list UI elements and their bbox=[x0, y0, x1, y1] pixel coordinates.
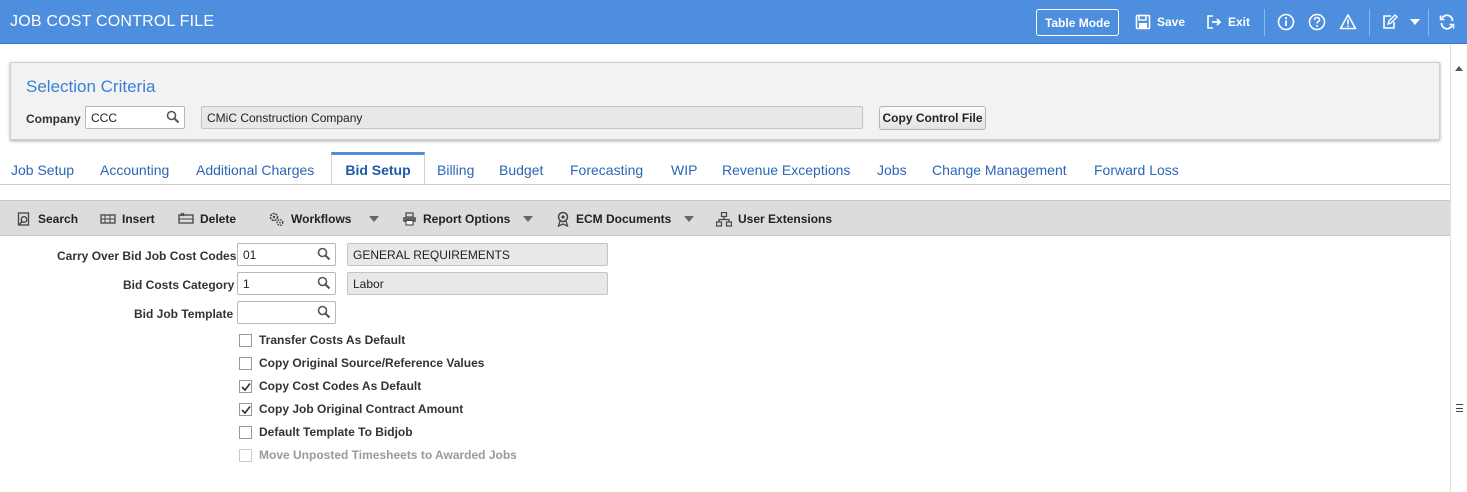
exit-button[interactable]: Exit bbox=[1206, 12, 1250, 32]
insert-row-icon bbox=[100, 214, 116, 224]
company-name-field: CMiC Construction Company bbox=[201, 106, 863, 129]
search-button[interactable]: Search bbox=[17, 211, 78, 227]
transfer-costs-label: Transfer Costs As Default bbox=[259, 333, 406, 347]
company-input-value: CCC bbox=[91, 111, 117, 125]
tab-forward-loss[interactable]: Forward Loss bbox=[1094, 152, 1179, 185]
delete-row-icon bbox=[178, 212, 194, 224]
copy-original-source-checkbox[interactable] bbox=[239, 357, 252, 370]
copy-original-source-label: Copy Original Source/Reference Values bbox=[259, 356, 485, 370]
default-template-label: Default Template To Bidjob bbox=[259, 425, 413, 439]
ecm-documents-dropdown-icon[interactable] bbox=[684, 216, 694, 222]
bid-costs-category-label: Bid Costs Category bbox=[123, 278, 235, 292]
toolbar: Search Insert Delete Workflows Report Op… bbox=[0, 200, 1450, 236]
report-options-label: Report Options bbox=[423, 212, 511, 226]
user-extensions-button[interactable]: User Extensions bbox=[716, 211, 832, 227]
tab-bid-setup[interactable]: Bid Setup bbox=[331, 152, 425, 185]
scroll-up-icon[interactable] bbox=[1455, 66, 1463, 71]
report-options-dropdown-icon[interactable] bbox=[523, 216, 533, 222]
workflows-button[interactable]: Workflows bbox=[268, 211, 351, 227]
insert-label: Insert bbox=[122, 212, 155, 226]
bid-costs-category-description: Labor bbox=[347, 272, 608, 295]
user-extensions-label: User Extensions bbox=[738, 212, 833, 226]
default-template-checkbox[interactable] bbox=[239, 426, 252, 439]
company-input[interactable]: CCC bbox=[85, 106, 185, 129]
help-icon[interactable] bbox=[1308, 13, 1326, 31]
tab-billing[interactable]: Billing bbox=[437, 152, 474, 185]
move-timesheets-checkbox bbox=[239, 449, 252, 462]
carry-over-label: Carry Over Bid Job Cost Codes bbox=[57, 249, 237, 263]
copy-contract-amount-label: Copy Job Original Contract Amount bbox=[259, 402, 464, 416]
transfer-costs-checkbox[interactable] bbox=[239, 334, 252, 347]
save-icon bbox=[1135, 14, 1151, 30]
tab-budget[interactable]: Budget bbox=[499, 152, 543, 185]
table-mode-button[interactable]: Table Mode bbox=[1036, 9, 1119, 36]
bid-job-template-label: Bid Job Template bbox=[134, 307, 234, 321]
bid-costs-category-input[interactable]: 1 bbox=[237, 272, 336, 295]
copy-contract-amount-checkbox[interactable] bbox=[239, 403, 252, 416]
search-icon[interactable] bbox=[317, 276, 331, 290]
delete-button[interactable]: Delete bbox=[178, 211, 236, 227]
search-doc-icon bbox=[17, 211, 30, 226]
tab-jobs[interactable]: Jobs bbox=[877, 152, 907, 185]
header-divider bbox=[1369, 9, 1370, 36]
move-timesheets-label: Move Unposted Timesheets to Awarded Jobs bbox=[259, 448, 517, 462]
warning-icon[interactable] bbox=[1339, 13, 1357, 31]
checkmark-icon bbox=[241, 406, 251, 415]
page-title: JOB COST CONTROL FILE bbox=[10, 13, 215, 30]
workflows-label: Workflows bbox=[291, 212, 352, 226]
refresh-icon[interactable] bbox=[1438, 13, 1456, 31]
copy-cost-codes-label: Copy Cost Codes As Default bbox=[259, 379, 422, 393]
save-label: Save bbox=[1157, 15, 1186, 29]
insert-button[interactable]: Insert bbox=[100, 211, 155, 227]
info-icon[interactable] bbox=[1277, 13, 1295, 31]
ecm-documents-button[interactable]: ECM Documents bbox=[556, 211, 671, 227]
carry-over-desc-value: GENERAL REQUIREMENTS bbox=[353, 248, 510, 262]
tab-accounting[interactable]: Accounting bbox=[100, 152, 169, 185]
ecm-documents-label: ECM Documents bbox=[576, 212, 672, 226]
tab-forecasting[interactable]: Forecasting bbox=[570, 152, 643, 185]
tab-divider bbox=[0, 184, 1450, 185]
tab-revenue-exceptions[interactable]: Revenue Exceptions bbox=[722, 152, 850, 185]
company-label: Company bbox=[26, 112, 81, 126]
checkmark-icon bbox=[241, 383, 251, 392]
scroll-grip-icon[interactable] bbox=[1456, 404, 1463, 412]
bid-job-template-input[interactable] bbox=[237, 301, 336, 324]
ecm-documents-icon bbox=[557, 211, 569, 227]
dropdown-icon[interactable] bbox=[1406, 13, 1424, 31]
carry-over-value: 01 bbox=[243, 248, 257, 262]
vertical-scrollbar[interactable] bbox=[1450, 44, 1467, 492]
exit-label: Exit bbox=[1228, 15, 1251, 29]
report-options-button[interactable]: Report Options bbox=[402, 211, 510, 227]
tab-change-management[interactable]: Change Management bbox=[932, 152, 1067, 185]
search-label: Search bbox=[38, 212, 79, 226]
workflows-dropdown-icon[interactable] bbox=[369, 216, 379, 222]
app-header: JOB COST CONTROL FILE Table Mode Save Ex… bbox=[0, 0, 1467, 44]
selection-criteria-title: Selection Criteria bbox=[26, 77, 156, 96]
delete-label: Delete bbox=[200, 212, 237, 226]
hierarchy-icon bbox=[716, 211, 732, 227]
edit-notes-icon[interactable] bbox=[1381, 13, 1399, 31]
copy-control-file-button[interactable]: Copy Control File bbox=[879, 106, 986, 130]
printer-icon bbox=[403, 212, 416, 226]
tab-job-setup[interactable]: Job Setup bbox=[11, 152, 74, 185]
company-name-value: CMiC Construction Company bbox=[207, 111, 363, 125]
bid-costs-category-value: 1 bbox=[243, 277, 250, 291]
header-divider bbox=[1428, 9, 1429, 36]
search-icon[interactable] bbox=[317, 305, 331, 319]
carry-over-input[interactable]: 01 bbox=[237, 243, 336, 266]
selection-criteria-panel: Selection Criteria Company CCC CMiC Cons… bbox=[10, 62, 1440, 140]
gears-icon bbox=[269, 212, 284, 226]
carry-over-description: GENERAL REQUIREMENTS bbox=[347, 243, 608, 266]
bid-costs-category-desc-value: Labor bbox=[353, 277, 384, 291]
copy-cost-codes-checkbox[interactable] bbox=[239, 380, 252, 393]
search-icon[interactable] bbox=[317, 247, 331, 261]
exit-icon bbox=[1207, 15, 1222, 29]
search-icon[interactable] bbox=[166, 110, 180, 124]
tab-wip[interactable]: WIP bbox=[671, 152, 697, 185]
save-button[interactable]: Save bbox=[1135, 12, 1185, 32]
header-divider bbox=[1264, 9, 1265, 36]
tab-additional-charges[interactable]: Additional Charges bbox=[196, 152, 314, 185]
